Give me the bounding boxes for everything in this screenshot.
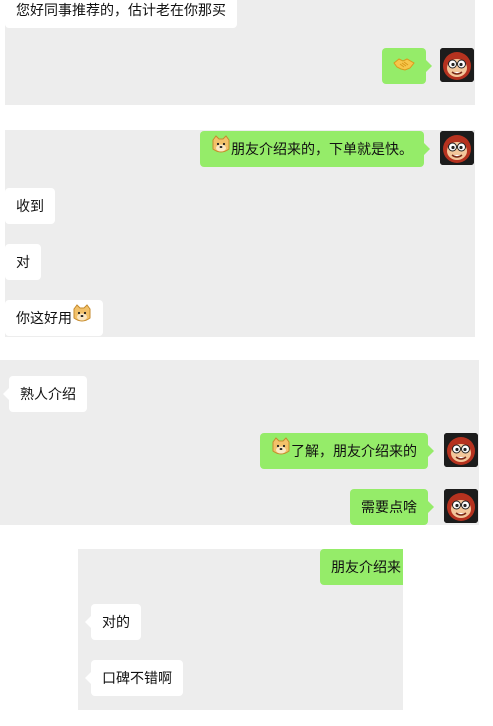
message-bubble-incoming[interactable]: 口碑不错啊 xyxy=(85,660,183,696)
message-text: 了解，朋友介绍来的 xyxy=(291,443,417,459)
doge-emoji-icon xyxy=(211,132,231,168)
message-bubble-outgoing[interactable]: 了解，朋友介绍来的 xyxy=(260,433,434,470)
monkey-avatar-icon[interactable] xyxy=(444,489,478,523)
message-bubble-incoming[interactable]: 对的 xyxy=(85,604,141,640)
doge-emoji-icon xyxy=(72,301,92,337)
message-text: 口碑不错啊 xyxy=(102,670,172,686)
message-text: 需要点啥 xyxy=(361,499,417,515)
handshake-emoji-icon xyxy=(393,49,415,85)
monkey-avatar-icon[interactable] xyxy=(440,48,474,82)
message-bubble-outgoing[interactable] xyxy=(382,48,432,85)
message-text: 朋友介绍来的，下单就是快。 xyxy=(231,141,413,157)
message-text: 对的 xyxy=(102,614,130,630)
message-text: 朋友介绍来 xyxy=(331,559,401,575)
message-bubble-incoming[interactable]: 你这好用 xyxy=(5,300,103,336)
monkey-avatar-icon[interactable] xyxy=(444,433,478,467)
message-bubble-incoming[interactable]: 对 xyxy=(5,244,41,280)
message-bubble-outgoing[interactable]: 朋友介绍来的，下单就是快。 xyxy=(200,131,430,168)
doge-emoji-icon xyxy=(271,434,291,470)
message-bubble-incoming[interactable]: 您好同事推荐的，估计老在你那买 xyxy=(5,0,237,28)
message-bubble-outgoing[interactable]: 朋友介绍来 xyxy=(320,549,403,585)
message-text: 收到 xyxy=(16,198,44,214)
message-text: 您好同事推荐的，估计老在你那买 xyxy=(16,2,226,18)
message-bubble-incoming[interactable]: 收到 xyxy=(5,188,55,224)
message-bubble-outgoing[interactable]: 需要点啥 xyxy=(350,489,434,525)
monkey-avatar-icon[interactable] xyxy=(440,131,474,165)
message-text: 对 xyxy=(16,254,30,270)
message-bubble-incoming[interactable]: 熟人介绍 xyxy=(3,376,87,412)
message-text: 熟人介绍 xyxy=(20,386,76,402)
message-text: 你这好用 xyxy=(16,310,72,326)
